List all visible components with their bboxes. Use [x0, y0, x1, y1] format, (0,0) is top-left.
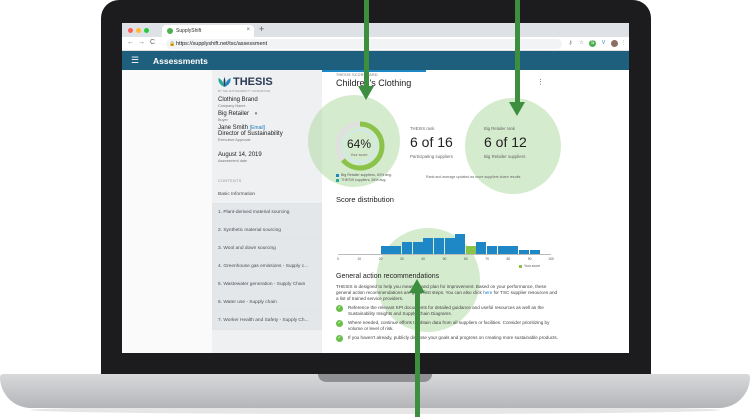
distribution-axis [338, 254, 551, 255]
x-tick-label: 60 [463, 257, 468, 261]
x-tick-label: 30 [400, 257, 404, 261]
date-block: August 14, 2019 Assessment date [218, 152, 262, 163]
recommendation-item: ✓ Where needed, continue efforts to obta… [336, 320, 558, 332]
assessment-date: August 14, 2019 [218, 152, 262, 158]
sidebar-item-wastewater[interactable]: 5. Wastewater generation - Supply Chain [212, 276, 322, 294]
x-tick-label: 80 [506, 257, 511, 261]
resources-link[interactable]: here [483, 290, 492, 295]
buyer-name: Big Retailer [218, 111, 250, 117]
retailer-rank-value: 6 of 12 [484, 134, 527, 150]
x-tick-label: 90 [527, 257, 532, 261]
assessment-sidebar: THESIS BY THE SUSTAINABILITY CONSORTIUM … [212, 70, 322, 353]
distribution-title: Score distribution [336, 195, 394, 204]
buyer-block: Big Retailer ▾ Buyer [218, 111, 257, 122]
thesis-rank-caption: Participating suppliers [410, 154, 453, 159]
contents-heading: CONTENTS [218, 179, 242, 183]
approver-label: Executive Approval [218, 138, 251, 142]
your-score-bar [465, 246, 476, 254]
logo-subtitle: BY THE SUSTAINABILITY CONSORTIUM [218, 90, 271, 93]
retailer-rank-caption: Big Retailer suppliers [484, 154, 526, 159]
annotation-arrow-head-score [358, 86, 374, 100]
x-tick-label: 20 [378, 257, 383, 261]
distribution-bar [487, 246, 498, 254]
logo-text: THESIS [233, 76, 273, 88]
x-tick-label: 0 [337, 257, 339, 261]
date-label: Assessment date [218, 159, 248, 163]
legend-thesis-text: THESIS suppliers, 58% avg. [341, 178, 387, 182]
annotation-arrow-shaft-score [364, 0, 369, 88]
x-tick-label: 40 [421, 257, 426, 261]
distribution-bar [401, 242, 412, 254]
content-layer: THESIS BY THE SUSTAINABILITY CONSORTIUM … [122, 23, 629, 353]
check-icon: ✓ [336, 305, 343, 312]
distribution-bar [380, 246, 391, 254]
distribution-bar [423, 238, 434, 254]
legend-thesis: THESIS suppliers, 58% avg. [336, 178, 386, 182]
leaf-logo-icon [218, 77, 231, 87]
rank-note: Rank and average updated as more supplie… [426, 175, 522, 179]
distribution-bar [433, 238, 444, 254]
annotation-arrow-shaft-recommendations [415, 292, 420, 417]
scorecard-label: THESIS SCORECARD [336, 73, 378, 77]
legend-swatch [336, 178, 339, 182]
x-tick-label: 10 [357, 257, 362, 261]
distribution-bar [508, 246, 519, 254]
x-tick-label: 100 [548, 257, 554, 261]
sidebar-item-ghg[interactable]: 4. Greenhouse gas emissions - Supply c..… [212, 258, 322, 276]
annotation-arrow-shaft-rank [515, 0, 520, 104]
annotation-arrow-head-rank [509, 102, 525, 116]
x-tick-label: 50 [442, 257, 447, 261]
score-value: 64% [346, 137, 372, 151]
legend-swatch [336, 173, 339, 177]
recommendation-text: If you haven't already, publicly disclos… [348, 335, 558, 340]
company-block: Clothing Brand Company Name [218, 97, 258, 108]
sidebar-item-synthetic[interactable]: 2. Synthetic material sourcing [212, 222, 322, 240]
check-icon: ✓ [336, 335, 343, 342]
company-name: Clothing Brand [218, 97, 258, 103]
distribution-bar [391, 246, 402, 254]
recommendation-text: Where needed, continue efforts to obtain… [348, 320, 550, 332]
sidebar-item-plant-derived[interactable]: 1. Plant-derived material sourcing [212, 204, 322, 222]
distribution-bar [455, 234, 466, 254]
distribution-bar [444, 238, 455, 254]
distribution-bar [476, 242, 487, 254]
approver-block: Jane Smith [Email] Director of Sustainab… [218, 125, 283, 142]
buyer-select[interactable]: Big Retailer ▾ [218, 111, 257, 117]
legend-retailer-text: Big Retailer suppliers, 63% avg. [341, 173, 392, 177]
recommendation-text: Reference the relevant KPI documents for… [348, 305, 544, 317]
distribution-legend: Your score [519, 264, 540, 268]
recommendation-item: ✓ Reference the relevant KPI documents f… [336, 305, 558, 317]
thesis-logo: THESIS [218, 76, 273, 88]
x-tick-label: 70 [485, 257, 489, 261]
recommendations-intro: THESIS is designed to help you measure a… [336, 284, 558, 303]
active-section-indicator [322, 70, 426, 72]
retailer-rank-label: Big Retailer rank [484, 126, 515, 131]
check-icon: ✓ [336, 320, 343, 327]
recommendation-item: ✓ If you haven't already, publicly discl… [336, 335, 558, 342]
sidebar-item-worker-health[interactable]: 7. Worker Health and Safety - Supply Ch.… [212, 312, 322, 330]
annotation-arrow-head-recommendations [409, 279, 425, 293]
distribution-bar [412, 242, 423, 254]
distribution-bar [497, 246, 508, 254]
more-options-icon[interactable]: ⋮ [537, 78, 544, 86]
company-label: Company Name [218, 104, 246, 108]
sidebar-item-wool-down[interactable]: 3. Wool and down sourcing [212, 240, 322, 258]
legend-retailer: Big Retailer suppliers, 63% avg. [336, 173, 392, 177]
sidebar-item-basic-information[interactable]: Basic Information [212, 186, 322, 204]
legend-swatch [519, 264, 522, 268]
thesis-rank-value: 6 of 16 [410, 134, 453, 150]
chevron-down-icon: ▾ [254, 111, 258, 117]
approver-title: Director of Sustainability [218, 131, 283, 137]
buyer-label: Buyer [218, 118, 228, 122]
score-caption: Your score [350, 153, 368, 157]
distribution-legend-text: Your score [524, 264, 541, 268]
thesis-rank-label: THESIS rank [410, 126, 435, 131]
sidebar-item-water-use[interactable]: 6. Water use - Supply chain [212, 294, 322, 312]
